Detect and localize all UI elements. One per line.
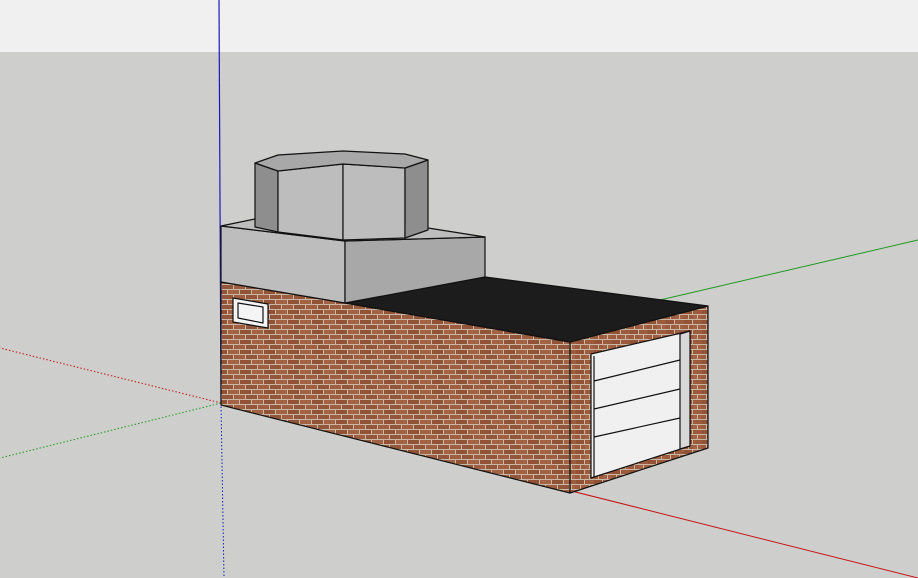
tower-face-left[interactable]	[254, 162, 279, 233]
red-axis-negative	[0, 347, 222, 404]
tower-face-front-right[interactable]	[342, 163, 406, 241]
modeling-viewport[interactable]	[0, 0, 918, 578]
tower-face-front[interactable]	[277, 163, 344, 241]
blue-axis-negative	[220, 402, 225, 578]
tower-face-right[interactable]	[404, 159, 429, 239]
3d-scene[interactable]	[0, 0, 918, 578]
green-axis-negative	[0, 402, 222, 459]
green-axis-positive	[659, 239, 918, 301]
garage-door-recess	[679, 330, 691, 450]
building-model[interactable]	[220, 150, 709, 494]
